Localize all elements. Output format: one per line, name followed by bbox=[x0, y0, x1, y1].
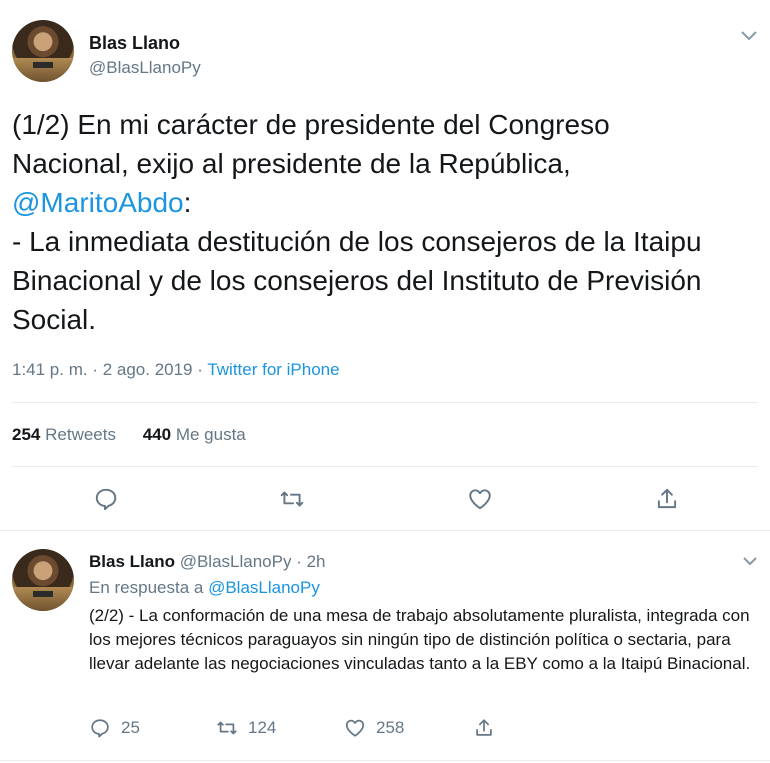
retweets-stat[interactable]: 254 Retweets bbox=[12, 425, 116, 445]
reply-icon bbox=[89, 717, 121, 739]
author-name[interactable]: Blas Llano bbox=[89, 33, 180, 54]
reply-text: (2/2) - La conformación de una mesa de t… bbox=[89, 606, 751, 673]
tweet-separator bbox=[0, 530, 770, 531]
like-icon[interactable] bbox=[467, 486, 495, 514]
likes-count: 440 bbox=[142, 425, 172, 444]
author-handle-time[interactable]: @BlasLlanoPy · 2h bbox=[180, 552, 326, 571]
chevron-down-icon[interactable] bbox=[742, 556, 758, 567]
reply-header: Blas Llano @BlasLlanoPy · 2h bbox=[89, 552, 325, 572]
retweet-icon[interactable] bbox=[279, 486, 307, 514]
retweet-icon bbox=[216, 717, 248, 739]
reply-to-link[interactable]: @BlasLlanoPy bbox=[208, 578, 320, 597]
share-icon[interactable] bbox=[654, 486, 682, 514]
tweet-text: (1/2) En mi carácter de presidente del C… bbox=[12, 105, 757, 339]
divider bbox=[12, 466, 758, 467]
retweets-count: 254 bbox=[12, 425, 41, 444]
author-name[interactable]: Blas Llano bbox=[89, 552, 175, 571]
like-button[interactable]: 258 bbox=[344, 716, 404, 740]
mention-link[interactable]: @MaritoAbdo bbox=[12, 187, 184, 218]
tweet-meta: 1:41 p. m. · 2 ago. 2019 · Twitter for i… bbox=[12, 360, 340, 380]
author-handle[interactable]: @BlasLlanoPy bbox=[89, 58, 201, 78]
share-icon bbox=[473, 717, 505, 739]
like-icon bbox=[344, 717, 376, 739]
tweet-stats: 254 Retweets 440 Me gusta bbox=[12, 425, 268, 445]
reply-button[interactable]: 25 bbox=[89, 716, 140, 740]
reply-count: 25 bbox=[121, 718, 140, 737]
likes-stat[interactable]: 440 Me gusta bbox=[143, 425, 246, 445]
like-count: 258 bbox=[376, 718, 405, 737]
avatar[interactable] bbox=[12, 549, 74, 611]
retweet-count: 124 bbox=[248, 718, 277, 737]
tweet-text-part1: (1/2) En mi carácter de presidente del C… bbox=[12, 109, 610, 179]
divider bbox=[0, 760, 770, 761]
reply-prefix: En respuesta a bbox=[89, 578, 209, 597]
chevron-down-icon[interactable] bbox=[740, 30, 758, 42]
retweet-button[interactable]: 124 bbox=[216, 716, 276, 740]
source-link[interactable]: Twitter for iPhone bbox=[207, 360, 339, 379]
reply-icon[interactable] bbox=[93, 486, 121, 514]
timestamp[interactable]: 1:41 p. m. · 2 ago. 2019 · bbox=[12, 360, 207, 379]
divider bbox=[12, 402, 758, 403]
likes-label: Me gusta bbox=[175, 425, 246, 444]
main-tweet: Blas Llano @BlasLlanoPy (1/2) En mi cará… bbox=[0, 0, 770, 530]
share-button[interactable] bbox=[473, 716, 505, 740]
avatar[interactable] bbox=[12, 20, 74, 82]
reply-context: En respuesta a @BlasLlanoPy bbox=[89, 578, 320, 598]
retweets-label: Retweets bbox=[45, 425, 116, 444]
